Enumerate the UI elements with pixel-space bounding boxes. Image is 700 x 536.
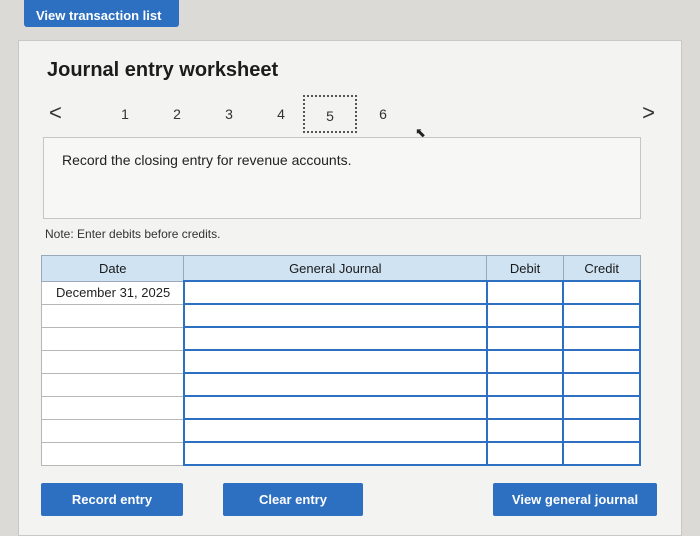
credit-input[interactable]: [562, 280, 641, 305]
worksheet-panel: Journal entry worksheet < 1 2 3 4 5 6 > …: [18, 40, 682, 536]
journal-table: Date General Journal Debit Credit Decemb…: [40, 255, 641, 466]
instruction-text: Record the closing entry for revenue acc…: [62, 152, 352, 168]
table-row: [40, 349, 641, 374]
credit-input[interactable]: [562, 303, 641, 328]
credit-input[interactable]: [562, 326, 641, 351]
debit-input[interactable]: [485, 418, 565, 443]
step-5-active[interactable]: 5: [303, 95, 357, 133]
note-text: Note: Enter debits before credits.: [45, 227, 221, 241]
table-row: [40, 395, 641, 420]
header-date: Date: [40, 255, 185, 282]
date-cell[interactable]: [40, 349, 185, 374]
credit-input[interactable]: [562, 441, 641, 466]
header-general-journal: General Journal: [183, 255, 488, 282]
step-1[interactable]: 1: [113, 97, 137, 131]
credit-input[interactable]: [562, 372, 641, 397]
date-cell[interactable]: December 31, 2025: [40, 280, 185, 305]
chevron-right-icon[interactable]: >: [642, 101, 655, 125]
chevron-left-icon[interactable]: <: [49, 101, 62, 125]
credit-input[interactable]: [562, 418, 641, 443]
table-header-row: Date General Journal Debit Credit: [40, 255, 641, 282]
header-debit: Debit: [486, 255, 564, 282]
debit-input[interactable]: [485, 372, 565, 397]
step-3[interactable]: 3: [217, 97, 241, 131]
table-row: December 31, 2025: [40, 280, 641, 305]
table-row: [40, 326, 641, 351]
date-cell[interactable]: [40, 303, 185, 328]
account-input[interactable]: [182, 326, 488, 351]
account-input[interactable]: [182, 441, 488, 466]
table-row: [40, 441, 641, 466]
step-6[interactable]: 6: [371, 97, 395, 131]
credit-input[interactable]: [562, 395, 641, 420]
clear-entry-button[interactable]: Clear entry: [223, 483, 363, 516]
date-cell[interactable]: [40, 395, 185, 420]
header-credit: Credit: [562, 255, 641, 282]
debit-input[interactable]: [485, 303, 565, 328]
account-input[interactable]: [182, 280, 488, 305]
date-cell[interactable]: [40, 418, 185, 443]
account-input[interactable]: [182, 303, 488, 328]
date-cell[interactable]: [40, 326, 185, 351]
debit-input[interactable]: [485, 395, 565, 420]
date-cell[interactable]: [40, 441, 185, 466]
page-title: Journal entry worksheet: [47, 59, 279, 81]
step-navigation: < 1 2 3 4 5 6 >: [45, 95, 663, 135]
debit-input[interactable]: [485, 326, 565, 351]
account-input[interactable]: [182, 349, 488, 374]
view-general-journal-button[interactable]: View general journal: [493, 483, 657, 516]
debit-input[interactable]: [485, 441, 565, 466]
table-row: [40, 303, 641, 328]
view-transaction-list-button[interactable]: View transaction list: [24, 0, 179, 27]
account-input[interactable]: [182, 372, 488, 397]
table-row: [40, 418, 641, 443]
table-row: [40, 372, 641, 397]
step-2[interactable]: 2: [165, 97, 189, 131]
instruction-box: Record the closing entry for revenue acc…: [43, 137, 641, 219]
record-entry-button[interactable]: Record entry: [41, 483, 183, 516]
debit-input[interactable]: [485, 280, 565, 305]
account-input[interactable]: [182, 395, 488, 420]
date-cell[interactable]: [40, 372, 185, 397]
credit-input[interactable]: [562, 349, 641, 374]
account-input[interactable]: [182, 418, 488, 443]
debit-input[interactable]: [485, 349, 565, 374]
step-4[interactable]: 4: [269, 97, 293, 131]
